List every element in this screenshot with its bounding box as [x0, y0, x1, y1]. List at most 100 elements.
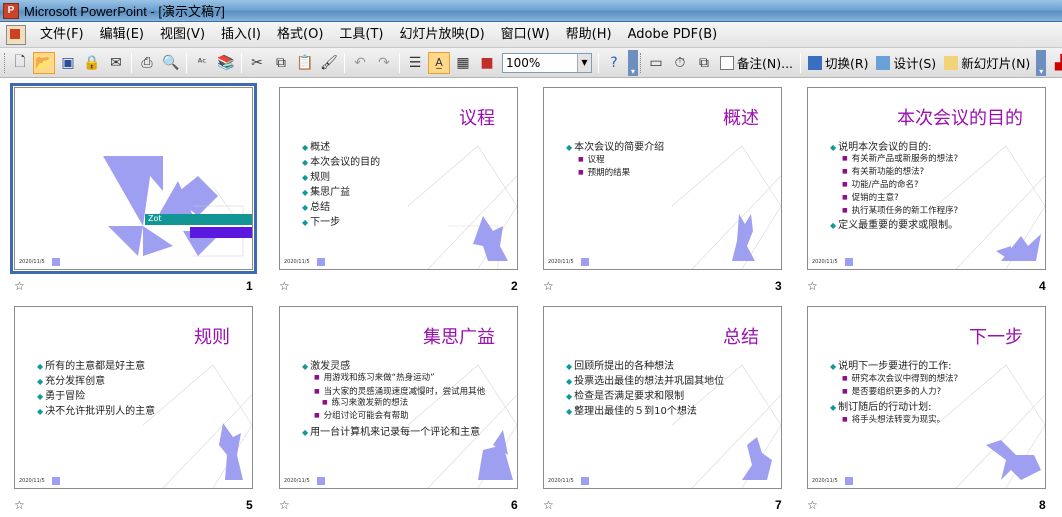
footer-square — [581, 477, 589, 485]
design-button-label: 设计(S) — [893, 56, 937, 71]
animation-star-icon[interactable]: ☆ — [543, 279, 554, 293]
animation-star-icon[interactable]: ☆ — [14, 498, 25, 512]
slide-thumbnail-7[interactable]: 总结 回顾所提出的各种想法 投票选出最佳的想法并巩固其地位 检查是否满足要求和限… — [543, 306, 782, 489]
powerpoint-app-icon[interactable]: P — [3, 2, 19, 19]
toolbar-grip[interactable] — [640, 52, 641, 73]
bullet-item: 概述 — [302, 138, 330, 153]
copy-icon[interactable]: ⧉ — [270, 52, 292, 74]
menu-view[interactable]: 视图(V) — [152, 23, 213, 47]
save-icon[interactable]: ▣ — [57, 52, 79, 74]
footer-square — [845, 477, 853, 485]
transition-icon — [808, 55, 823, 70]
animation-star-icon[interactable]: ☆ — [807, 279, 818, 293]
document-menu-icon[interactable] — [6, 24, 26, 45]
slide-thumbnail-8[interactable]: 下一步 说明下一步要进行的工作: 研究本次会议中得到的想法? 是否要组织更多的人… — [807, 306, 1046, 489]
new-document-icon[interactable]: 🗋 — [9, 52, 31, 74]
slide-number: 6 — [511, 498, 518, 512]
slide-title: 下一步 — [969, 327, 1023, 348]
redo-icon[interactable]: ↷ — [373, 52, 395, 74]
show-formatting-icon[interactable]: A̲ — [428, 51, 450, 74]
sub-bullet-item: 执行某项任务的新工作程序? — [842, 204, 959, 216]
purple-banner — [190, 227, 252, 238]
window-title: Microsoft PowerPoint - [演示文稿7] — [24, 4, 225, 19]
menu-file[interactable]: 文件(F) — [32, 23, 92, 47]
expand-all-icon[interactable]: ☰ — [404, 52, 426, 74]
slide-thumbnail-3[interactable]: 概述 本次会议的简要介绍 议程 预期的结果 2020/11/5 — [543, 87, 782, 270]
menu-adobe-pdf[interactable]: Adobe PDF(B) — [620, 23, 726, 47]
bullet-item: 定义最重要的要求或限制。 — [830, 216, 958, 231]
transition-button[interactable]: 切换(R) — [804, 53, 872, 72]
sub-bullet-item: 预期的结果 — [578, 166, 631, 178]
toolbar-options-icon[interactable]: ▾ — [1036, 49, 1047, 76]
menu-insert[interactable]: 插入(I) — [213, 23, 269, 47]
sub-bullet-item: 分组讨论可能会有帮助 — [314, 409, 409, 421]
transition-button-label: 切换(R) — [825, 56, 869, 71]
cut-icon[interactable]: ✂ — [246, 52, 268, 74]
banner-text: Zot — [148, 214, 162, 223]
menu-help[interactable]: 帮助(H) — [558, 23, 620, 47]
slide-thumbnail-5[interactable]: 规则 所有的主意都是好主意 充分发挥创意 勇于冒险 决不允许批评别人的主意 20… — [14, 306, 253, 489]
color-grayscale-icon[interactable]: ■ — [476, 52, 498, 74]
hide-slide-icon[interactable]: ▭ — [645, 52, 667, 74]
toolbar-separator — [131, 52, 132, 73]
bullet-item: 决不允许批评别人的主意 — [37, 402, 155, 417]
slide-title: 议程 — [459, 108, 495, 129]
toolbar-options-icon[interactable]: ▾ — [628, 49, 638, 76]
summary-slide-icon[interactable]: ⧉ — [693, 52, 715, 74]
slide-thumbnail-1[interactable]: Zot 2020/11/5 — [10, 83, 257, 274]
sub-bullet-item: 将手头想法转变为现实。 — [842, 413, 946, 425]
toolbar-separator — [399, 52, 400, 73]
bullet-item: 规则 — [302, 168, 330, 183]
sub-bullet-item: 有关新功能的想法? — [842, 165, 925, 177]
slide-number: 7 — [775, 498, 782, 512]
print-icon[interactable]: ⎙ — [136, 52, 158, 74]
chevron-down-icon[interactable]: ▼ — [577, 53, 591, 72]
slide-date: 2020/11/5 — [548, 259, 574, 265]
slide-date: 2020/11/5 — [284, 259, 310, 265]
animation-star-icon[interactable]: ☆ — [14, 279, 25, 293]
email-icon[interactable]: ✉ — [105, 52, 127, 74]
undo-icon[interactable]: ↶ — [349, 52, 371, 74]
animation-star-icon[interactable]: ☆ — [543, 498, 554, 512]
adobe-pdf-icon[interactable]: ▟ — [1049, 52, 1062, 74]
sub-bullet-item: 是否要组织更多的人力? — [842, 385, 942, 397]
format-painter-icon[interactable]: 🖌 — [318, 52, 340, 74]
paste-icon[interactable]: 📋 — [294, 52, 316, 74]
slide-title: 规则 — [194, 327, 230, 348]
bullet-item: 检查是否满足要求和限制 — [566, 387, 684, 402]
toolbar-grip[interactable] — [4, 52, 5, 73]
toolbar-separator — [598, 52, 599, 73]
notes-button[interactable]: 备注(N)... — [716, 53, 797, 72]
sub-bullet-item: 研究本次会议中得到的想法? — [842, 372, 959, 384]
menu-tools[interactable]: 工具(T) — [331, 23, 391, 47]
bullet-item: 说明下一步要进行的工作: — [830, 357, 951, 372]
new-slide-button[interactable]: 新幻灯片(N) — [940, 53, 1034, 72]
grid-icon[interactable]: ▦ — [452, 52, 474, 74]
menu-edit[interactable]: 编辑(E) — [92, 23, 152, 47]
tangram-art — [103, 156, 249, 257]
zoom-select[interactable]: 100% ▼ — [502, 52, 592, 73]
animation-star-icon[interactable]: ☆ — [807, 498, 818, 512]
slide-date: 2020/11/5 — [812, 478, 838, 484]
slide-thumbnail-6[interactable]: 集思广益 激发灵感 用游戏和练习来做“热身运动” 当大家的灵感涌现速度减慢时，尝… — [279, 306, 518, 489]
menu-window[interactable]: 窗口(W) — [493, 23, 558, 47]
menu-slideshow[interactable]: 幻灯片放映(D) — [392, 23, 493, 47]
open-folder-icon[interactable]: 📂 — [33, 51, 55, 74]
menu-format[interactable]: 格式(O) — [269, 23, 331, 47]
slide-thumbnail-2[interactable]: 议程 概述 本次会议的目的 规则 集思广益 总结 下一步 2020/11/5 — [279, 87, 518, 270]
rehearse-timings-icon[interactable]: ⏱ — [669, 52, 691, 74]
slide-thumbnail-4[interactable]: 本次会议的目的 说明本次会议的目的: 有关新产品或新服务的想法? 有关新功能的想… — [807, 87, 1046, 270]
new-slide-button-label: 新幻灯片(N) — [961, 56, 1031, 71]
spelling-icon[interactable]: ᴬᶜ — [191, 52, 213, 74]
toolbar-separator — [241, 52, 242, 73]
help-icon[interactable]: ? — [603, 52, 625, 74]
research-icon[interactable]: 📚 — [215, 52, 237, 74]
animation-star-icon[interactable]: ☆ — [279, 279, 290, 293]
bullet-item: 整理出最佳的５到10个想法 — [566, 402, 697, 417]
bullet-item: 充分发挥创意 — [37, 372, 105, 387]
slide-title: 总结 — [723, 327, 759, 348]
permission-icon[interactable]: 🔒 — [81, 52, 103, 74]
print-preview-icon[interactable]: 🔍 — [160, 52, 182, 74]
design-button[interactable]: 设计(S) — [872, 53, 940, 72]
animation-star-icon[interactable]: ☆ — [279, 498, 290, 512]
